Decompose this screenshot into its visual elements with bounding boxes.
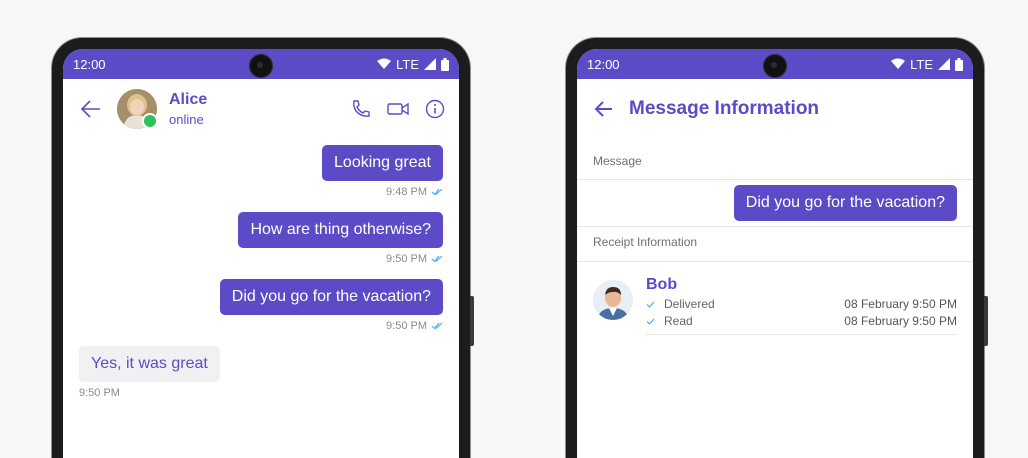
chat-screen: 12:00 LTE Alice online Looking great 9:4… [63,49,459,458]
battery-icon [955,57,963,71]
left-phone-frame: 12:00 LTE Alice online Looking great 9:4… [52,38,474,458]
front-camera [249,54,273,78]
status-time: 12:00 [587,56,620,72]
message-time: 9:50 PM [79,387,120,399]
wifi-icon [891,58,906,69]
right-phone-frame: 12:00 LTE Message Information Message Di… [566,38,988,458]
message-item: Looking great 9:48 PM [79,145,443,198]
signal-icon [938,58,950,70]
contact-name[interactable]: Alice [169,91,351,109]
double-check-icon [431,255,443,263]
video-icon[interactable] [387,101,409,117]
message-list: Looking great 9:48 PM How are thing othe… [63,145,459,399]
check-icon [646,301,655,308]
message-section-label: Message [577,143,973,180]
receipt-row: Bob Delivered 08 February 9:50 PM Read 0… [577,262,973,335]
network-label: LTE [910,56,933,72]
info-header: Message Information [577,79,973,139]
delivered-label: Delivered [664,297,715,311]
read-row: Read 08 February 9:50 PM [646,314,957,328]
message-time: 9:50 PM [386,253,427,265]
side-button [470,296,474,346]
back-arrow-icon [594,101,612,117]
message-time: 9:48 PM [386,186,427,198]
battery-icon [441,57,449,71]
double-check-icon [431,188,443,196]
outgoing-bubble[interactable]: Did you go for the vacation? [219,279,443,315]
network-label: LTE [396,56,419,72]
message-time: 9:50 PM [386,320,427,332]
message-info-screen: 12:00 LTE Message Information Message Di… [577,49,973,458]
message-item: Did you go for the vacation? 9:50 PM [79,279,443,332]
signal-icon [424,58,436,70]
phone-icon[interactable] [351,99,371,119]
delivered-time: 08 February 9:50 PM [844,297,957,311]
double-check-icon [431,322,443,330]
message-item: Yes, it was great 9:50 PM [79,346,443,399]
chat-header: Alice online [63,79,459,139]
online-indicator [142,113,158,129]
back-button[interactable] [79,97,103,121]
back-button[interactable] [593,97,617,121]
status-bar: 12:00 LTE [577,49,973,79]
outgoing-bubble[interactable]: How are thing otherwise? [238,212,443,248]
avatar [593,280,633,320]
front-camera [763,54,787,78]
status-bar: 12:00 LTE [63,49,459,79]
page-title: Message Information [629,98,820,119]
wifi-icon [377,58,392,69]
delivered-row: Delivered 08 February 9:50 PM [646,297,957,311]
info-icon[interactable] [425,99,445,119]
contact-avatar[interactable] [117,89,158,129]
message-preview: Did you go for the vacation? [577,180,973,227]
back-arrow-icon [80,100,100,118]
outgoing-bubble[interactable]: Did you go for the vacation? [733,185,957,221]
incoming-bubble[interactable]: Yes, it was great [79,346,220,382]
status-time: 12:00 [73,56,106,72]
receipt-section-label: Receipt Information [577,235,973,262]
receipt-name: Bob [646,276,678,293]
side-button [984,296,988,346]
read-time: 08 February 9:50 PM [844,314,957,328]
message-item: How are thing otherwise? 9:50 PM [79,212,443,265]
contact-status: online [169,112,204,127]
read-label: Read [664,314,693,328]
check-icon [646,318,655,325]
outgoing-bubble[interactable]: Looking great [322,145,443,181]
